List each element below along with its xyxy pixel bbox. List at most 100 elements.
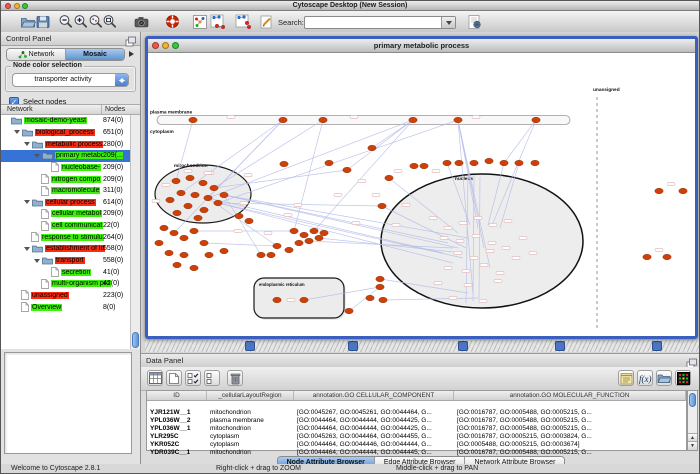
attribute-table-row[interactable]: YPL036W__1mitochondrion[GO:0044464, GO:0… — [147, 425, 686, 433]
birdseye-view[interactable] — [4, 352, 132, 454]
network-node[interactable] — [295, 240, 303, 246]
zoom-in-icon[interactable] — [73, 14, 89, 30]
network-node[interactable] — [379, 297, 387, 303]
table-scrollbar[interactable]: ▲ ▼ — [687, 390, 698, 451]
network-node[interactable] — [455, 160, 463, 166]
network-node[interactable] — [376, 284, 384, 290]
network-node[interactable] — [310, 228, 318, 234]
unselect-attributes-icon[interactable] — [204, 370, 220, 386]
help-icon[interactable] — [165, 14, 181, 30]
network-node[interactable] — [343, 167, 351, 173]
tab-network[interactable]: Network — [7, 49, 66, 60]
network-node[interactable] — [409, 117, 417, 123]
network-node[interactable] — [190, 265, 198, 271]
network-node[interactable] — [454, 117, 462, 123]
network-node[interactable] — [200, 207, 208, 213]
network-node[interactable] — [368, 145, 376, 151]
network-node[interactable] — [290, 228, 298, 234]
network-node[interactable] — [315, 235, 323, 241]
network-node[interactable] — [257, 252, 265, 258]
network-node[interactable] — [378, 203, 386, 209]
network-node[interactable] — [532, 117, 540, 123]
network-tree-item[interactable]: metabolic process280(0) — [1, 138, 130, 150]
network-node[interactable] — [190, 228, 198, 234]
network-node[interactable] — [245, 218, 253, 224]
function-builder-icon[interactable]: f(x) — [637, 370, 653, 386]
expander-icon[interactable] — [14, 130, 20, 137]
network-node[interactable] — [165, 250, 173, 256]
network-node[interactable] — [470, 160, 478, 166]
node-color-combobox[interactable]: transporter activity — [12, 73, 129, 87]
new-attribute-icon[interactable] — [166, 370, 182, 386]
network-node[interactable] — [285, 247, 293, 253]
network-node[interactable] — [305, 238, 313, 244]
network-node[interactable] — [199, 180, 207, 186]
network-node[interactable] — [205, 252, 213, 258]
table-scrollbar-thumb[interactable] — [689, 393, 696, 407]
nodes-column-header[interactable]: Nodes — [105, 106, 125, 113]
network-node[interactable] — [200, 240, 208, 246]
matrix-icon[interactable] — [675, 370, 691, 386]
network-node[interactable] — [194, 215, 202, 221]
network-view-window[interactable]: primary metabolic process plasma membran… — [145, 36, 698, 339]
attribute-table-row[interactable]: YLR295Ccytoplasm[GO:0045263, GO:0044464,… — [147, 433, 686, 441]
network-node[interactable] — [204, 195, 212, 201]
expander-icon[interactable] — [24, 247, 30, 254]
zoom-fit-icon[interactable] — [102, 14, 118, 30]
network-window-titlebar[interactable]: primary metabolic process — [148, 39, 695, 53]
network-node[interactable] — [515, 160, 523, 166]
zoom-network-icon[interactable] — [172, 42, 179, 49]
network-column-header[interactable]: Network — [7, 106, 33, 113]
scroll-down-icon[interactable]: ▼ — [688, 441, 697, 450]
network-node[interactable] — [214, 200, 222, 206]
expander-icon[interactable] — [24, 142, 30, 149]
table-mode-icon[interactable] — [147, 370, 163, 386]
column-header[interactable]: annotation.GO MOLECULAR_FUNCTION — [454, 391, 686, 401]
network-node[interactable] — [420, 163, 428, 169]
network-overview-icon[interactable] — [192, 14, 208, 30]
network-node[interactable] — [385, 175, 393, 181]
attribute-batch-icon[interactable] — [467, 14, 483, 30]
network-tree-item[interactable]: secretion41(0) — [1, 266, 130, 278]
network-tree-item[interactable]: primary metabo209(... — [1, 150, 130, 162]
expander-icon[interactable] — [34, 259, 40, 266]
network-tree-item[interactable]: cellular metabol209(0) — [1, 208, 130, 220]
network-node[interactable] — [170, 230, 178, 236]
more-tabs-icon[interactable] — [128, 48, 137, 61]
close-network-icon[interactable] — [152, 42, 159, 49]
attribute-table-row[interactable]: YJR121W__1mitochondrion[GO:0045267, GO:0… — [147, 409, 686, 417]
network-node[interactable] — [155, 240, 163, 246]
network-canvas[interactable]: plasma membrane cytoplasm mitochondrion … — [148, 53, 695, 336]
network-tree-item[interactable]: Overview8(0) — [1, 301, 130, 313]
network-tree-item[interactable]: nitrogen compo209(0) — [1, 173, 130, 185]
delete-attribute-icon[interactable] — [227, 370, 243, 386]
network-node[interactable] — [177, 190, 185, 196]
column-header[interactable]: annotation.GO CELLULAR_COMPONENT — [294, 391, 454, 401]
close-window-icon[interactable] — [5, 3, 11, 9]
network-node[interactable] — [180, 235, 188, 241]
save-session-icon[interactable] — [35, 14, 51, 30]
network-node[interactable] — [319, 117, 327, 123]
network-tree-item[interactable]: biological_process651(0) — [1, 127, 130, 139]
attribute-table-row[interactable]: YKR052Ccytoplasm[GO:0044464, GO:0044446,… — [147, 441, 686, 449]
open-session-icon[interactable] — [20, 14, 36, 30]
network-node[interactable] — [279, 117, 287, 123]
expander-icon[interactable] — [24, 200, 30, 207]
column-header[interactable]: ID — [147, 391, 207, 401]
window-titlebar[interactable]: Cytoscape Desktop (New Session) — [1, 1, 699, 11]
network-node[interactable] — [160, 225, 168, 231]
column-header[interactable]: _cellularLayoutRegion — [207, 391, 294, 401]
network-node[interactable] — [166, 197, 174, 203]
network-node[interactable] — [531, 160, 539, 166]
network-tree-item[interactable]: cell communicat22(0) — [1, 220, 130, 232]
network-node[interactable] — [485, 158, 493, 164]
network-node[interactable] — [345, 308, 353, 314]
network-node[interactable] — [189, 117, 197, 123]
network-node[interactable] — [173, 262, 181, 268]
layout-nodes-icon[interactable] — [210, 14, 226, 30]
network-node[interactable] — [184, 203, 192, 209]
zoom-out-icon[interactable] — [58, 14, 74, 30]
network-node[interactable] — [191, 192, 199, 198]
network-tree-item[interactable]: response to stimulu264(0) — [1, 231, 130, 243]
combo-steppers-icon[interactable] — [115, 74, 128, 86]
